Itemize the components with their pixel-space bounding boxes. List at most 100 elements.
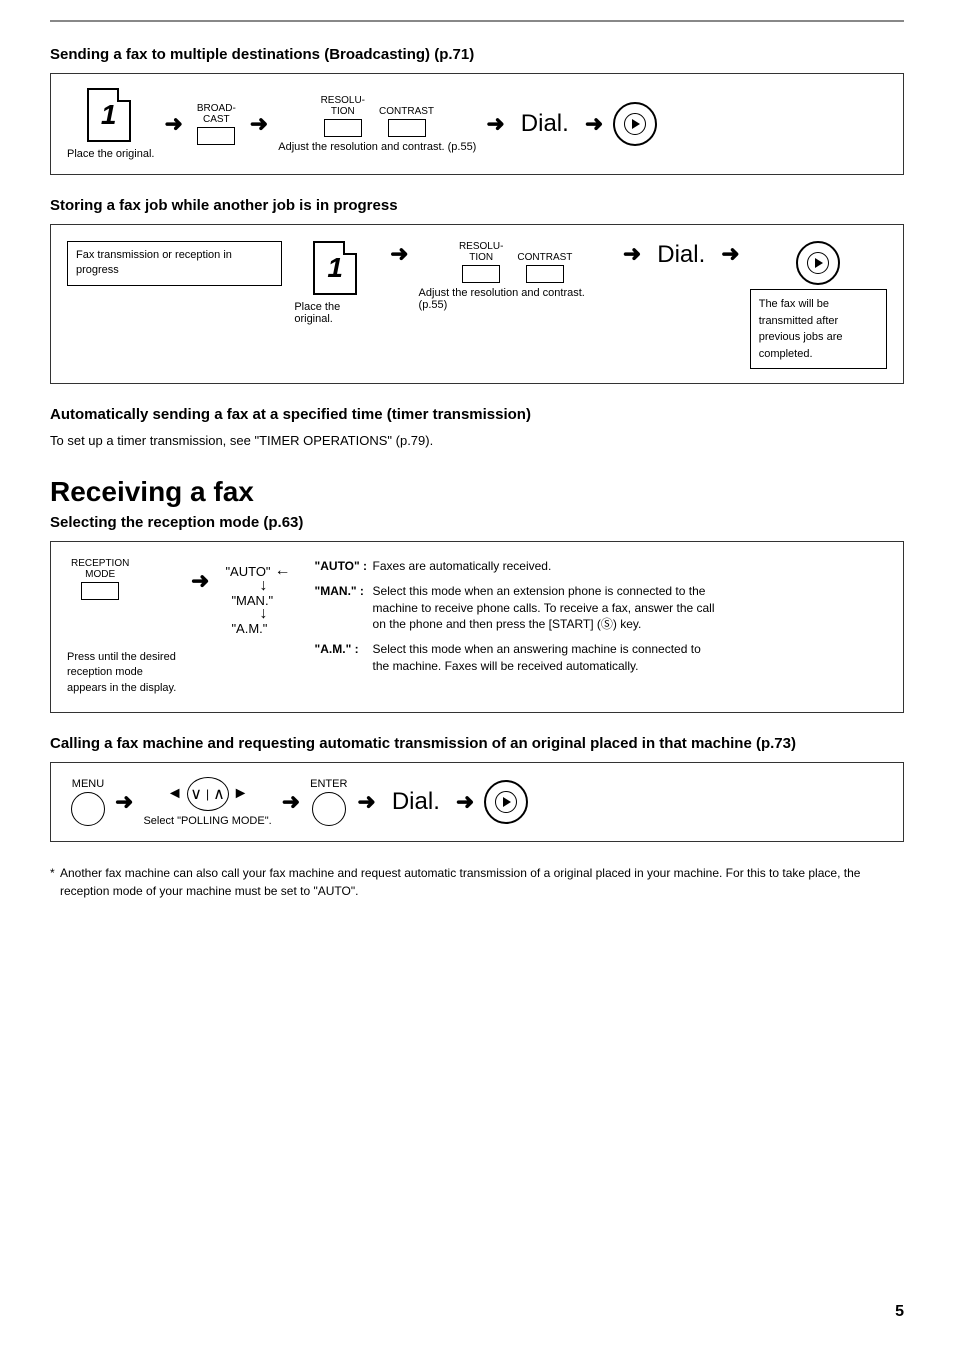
menu-button <box>71 792 105 826</box>
broadcast-button-group: BROAD- CAST <box>197 103 236 145</box>
pipe-separator: | <box>206 787 209 801</box>
storing-diagram: Fax transmission or reception in progres… <box>50 224 904 384</box>
section-timer: Automatically sending a fax at a specifi… <box>50 406 904 448</box>
broadcast-label: BROAD- CAST <box>197 103 236 125</box>
result-text-box: The fax will be transmitted after previo… <box>750 289 887 369</box>
polling-diagram: MENU ➜ ◄ ∨ | ∧ ► Select "POLLING MODE". … <box>50 762 904 842</box>
resolution-button-group: RESOLU- TION <box>321 95 365 137</box>
reception-mode-button-group: RECEPTION MODE <box>71 558 129 600</box>
section-polling-title: Calling a fax machine and requesting aut… <box>50 735 904 752</box>
select-caption: Select "POLLING MODE". <box>143 815 271 827</box>
section-broadcasting-title: Sending a fax to multiple destinations (… <box>50 46 904 63</box>
am-desc-label: "A.M." : <box>315 641 369 675</box>
footnote: Another fax machine can also call your f… <box>50 864 904 900</box>
arrow-2: ➜ <box>250 111 268 137</box>
man-desc-row: "MAN." : Select this mode when an extens… <box>315 583 715 633</box>
section-storing: Storing a fax job while another job is i… <box>50 197 904 384</box>
right-arrow-icon: ► <box>233 785 249 803</box>
start-triangle-3 <box>503 797 511 807</box>
section-polling: Calling a fax machine and requesting aut… <box>50 735 904 842</box>
start-inner-3 <box>495 791 517 813</box>
resolution-button-2 <box>462 265 500 283</box>
chevron-down: ∨ <box>190 784 202 804</box>
back-arrow: ← <box>275 562 291 580</box>
broadcasting-diagram: 1 Place the original. ➜ BROAD- CAST ➜ RE… <box>50 73 904 175</box>
chevron-up: ∧ <box>213 784 225 804</box>
am-label: "A.M." <box>231 621 267 636</box>
mode-descriptions: "AUTO" : Faxes are automatically receive… <box>315 558 715 675</box>
res-contrast-row: RESOLU- TION CONTRAST <box>317 95 438 137</box>
resolution-label: RESOLU- TION <box>321 95 365 117</box>
arrow-8: ➜ <box>191 568 209 594</box>
start-icon-1 <box>613 102 657 146</box>
contrast-label-2: CONTRAST <box>517 252 572 263</box>
arrow-10: ➜ <box>282 789 300 815</box>
enter-group: ENTER <box>310 778 347 826</box>
step-place-original: 1 Place the original. <box>67 88 154 160</box>
mode-list: "AUTO" ← ↓ "MAN." ↓ "A.M." <box>225 562 290 636</box>
place-caption-2: Place the original. <box>294 301 380 325</box>
dial-text-3: Dial. <box>392 788 440 816</box>
contrast-label: CONTRAST <box>379 106 434 117</box>
adjust-caption-2: Adjust the resolution and contrast. (p.5… <box>419 287 613 311</box>
adjust-caption: Adjust the resolution and contrast. (p.5… <box>278 141 476 153</box>
arrow-12: ➜ <box>456 789 474 815</box>
auto-row: "AUTO" ← <box>225 562 290 580</box>
arrow-1: ➜ <box>164 111 182 137</box>
dial-text-2: Dial. <box>657 241 705 269</box>
document-icon-2: 1 <box>313 241 357 295</box>
contrast-button-group: CONTRAST <box>379 106 434 137</box>
section-reception-mode-title: Selecting the reception mode (p.63) <box>50 514 904 531</box>
chevron-group: ◄ ∨ | ∧ ► Select "POLLING MODE". <box>143 777 271 827</box>
start-icon-3 <box>484 780 528 824</box>
arrow-6: ➜ <box>623 241 641 267</box>
reception-mode-group: RECEPTION MODE Press until the desired r… <box>67 558 177 696</box>
top-line <box>50 20 904 22</box>
enter-button <box>312 792 346 826</box>
fax-status-group: Fax transmission or reception in progres… <box>67 241 290 286</box>
place-caption: Place the original. <box>67 148 154 160</box>
contrast-button-2 <box>526 265 564 283</box>
menu-label: MENU <box>72 778 104 790</box>
reception-mode-label: RECEPTION MODE <box>71 558 129 580</box>
auto-desc: Faxes are automatically received. <box>373 558 552 575</box>
arrow-7: ➜ <box>721 241 739 267</box>
resolution-button <box>324 119 362 137</box>
am-desc: Select this mode when an answering machi… <box>373 641 715 675</box>
section-timer-body: To set up a timer transmission, see "TIM… <box>50 433 904 448</box>
am-desc-row: "A.M." : Select this mode when an answer… <box>315 641 715 675</box>
resolution-button-group-2: RESOLU- TION <box>459 241 503 283</box>
man-desc-label: "MAN." : <box>315 583 369 633</box>
contrast-button <box>388 119 426 137</box>
menu-group: MENU <box>71 778 105 826</box>
section-broadcasting: Sending a fax to multiple destinations (… <box>50 46 904 175</box>
start-triangle-1 <box>632 119 640 129</box>
down-arrow-1: ↓ <box>259 580 267 593</box>
left-arrow-icon: ◄ <box>167 785 183 803</box>
arrow-4: ➜ <box>585 111 603 137</box>
dial-text-1: Dial. <box>521 110 569 138</box>
result-group: The fax will be transmitted after previo… <box>750 241 887 369</box>
document-icon: 1 <box>87 88 131 142</box>
arrow-11: ➜ <box>357 789 375 815</box>
down-arrow-2: ↓ <box>259 608 267 621</box>
page-number: 5 <box>895 1303 904 1321</box>
auto-desc-row: "AUTO" : Faxes are automatically receive… <box>315 558 715 575</box>
section-storing-title: Storing a fax job while another job is i… <box>50 197 904 214</box>
contrast-button-group-2: CONTRAST <box>517 252 572 283</box>
doc-group-2: 1 Place the original. <box>294 241 380 325</box>
chevron-button: ∨ | ∧ <box>187 777 229 811</box>
res-contrast-row-2: RESOLU- TION CONTRAST <box>455 241 576 283</box>
start-triangle-2 <box>815 258 823 268</box>
reception-mode-button <box>81 582 119 600</box>
start-inner-2 <box>807 252 829 274</box>
start-inner-1 <box>624 113 646 135</box>
chevron-row: ◄ ∨ | ∧ ► <box>167 777 249 811</box>
auto-desc-label: "AUTO" : <box>315 558 369 575</box>
resolution-contrast-group-2: RESOLU- TION CONTRAST Adjust the resolut… <box>419 241 613 311</box>
resolution-contrast-group: RESOLU- TION CONTRAST Adjust the resolut… <box>278 95 476 153</box>
enter-label: ENTER <box>310 778 347 790</box>
arrow-3: ➜ <box>486 111 504 137</box>
arrow-9: ➜ <box>115 789 133 815</box>
receiving-title: Receiving a fax <box>50 476 904 508</box>
